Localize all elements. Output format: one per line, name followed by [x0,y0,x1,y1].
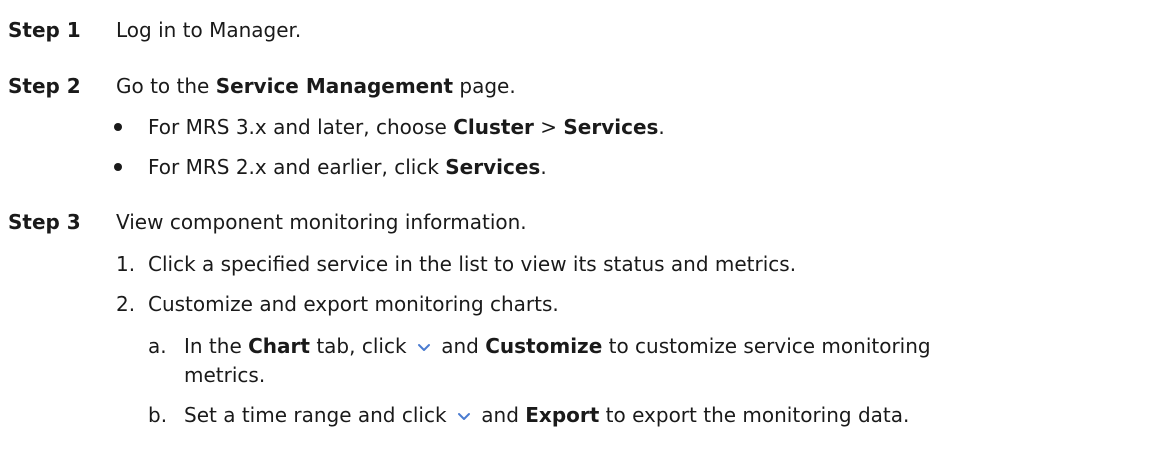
sublist-letter: b. [148,403,168,427]
step-2-label: Step 2 [8,74,81,98]
step-1-text: Log in to Manager. [116,18,302,42]
step-2-text: Go to the Service Management page. [116,74,516,98]
bullet-marker [114,123,122,131]
service-management-term: Service Management [215,74,454,98]
list-number: 1. [116,252,136,276]
bullet-item: For MRS 3.x and later, choose Cluster > … [148,115,665,139]
chevron-down-icon [457,413,470,420]
step-3-label: Step 3 [8,210,81,234]
step-1-label: Step 1 [8,18,81,42]
sublist-letter: a. [148,334,167,358]
list-item: Click a specified service in the list to… [148,252,797,276]
bullet-marker [114,163,122,171]
step-3-text: View component monitoring information. [116,210,527,234]
sublist-item-continuation: metrics. [184,363,266,387]
sublist-item: In the Chart tab, click and Customize to… [184,334,931,358]
chevron-down-icon [417,344,430,351]
sublist-item: Set a time range and click and Export to… [184,403,910,427]
list-number: 2. [116,292,136,316]
bullet-item: For MRS 2.x and earlier, click Services. [148,155,547,179]
list-item: Customize and export monitoring charts. [148,292,559,316]
